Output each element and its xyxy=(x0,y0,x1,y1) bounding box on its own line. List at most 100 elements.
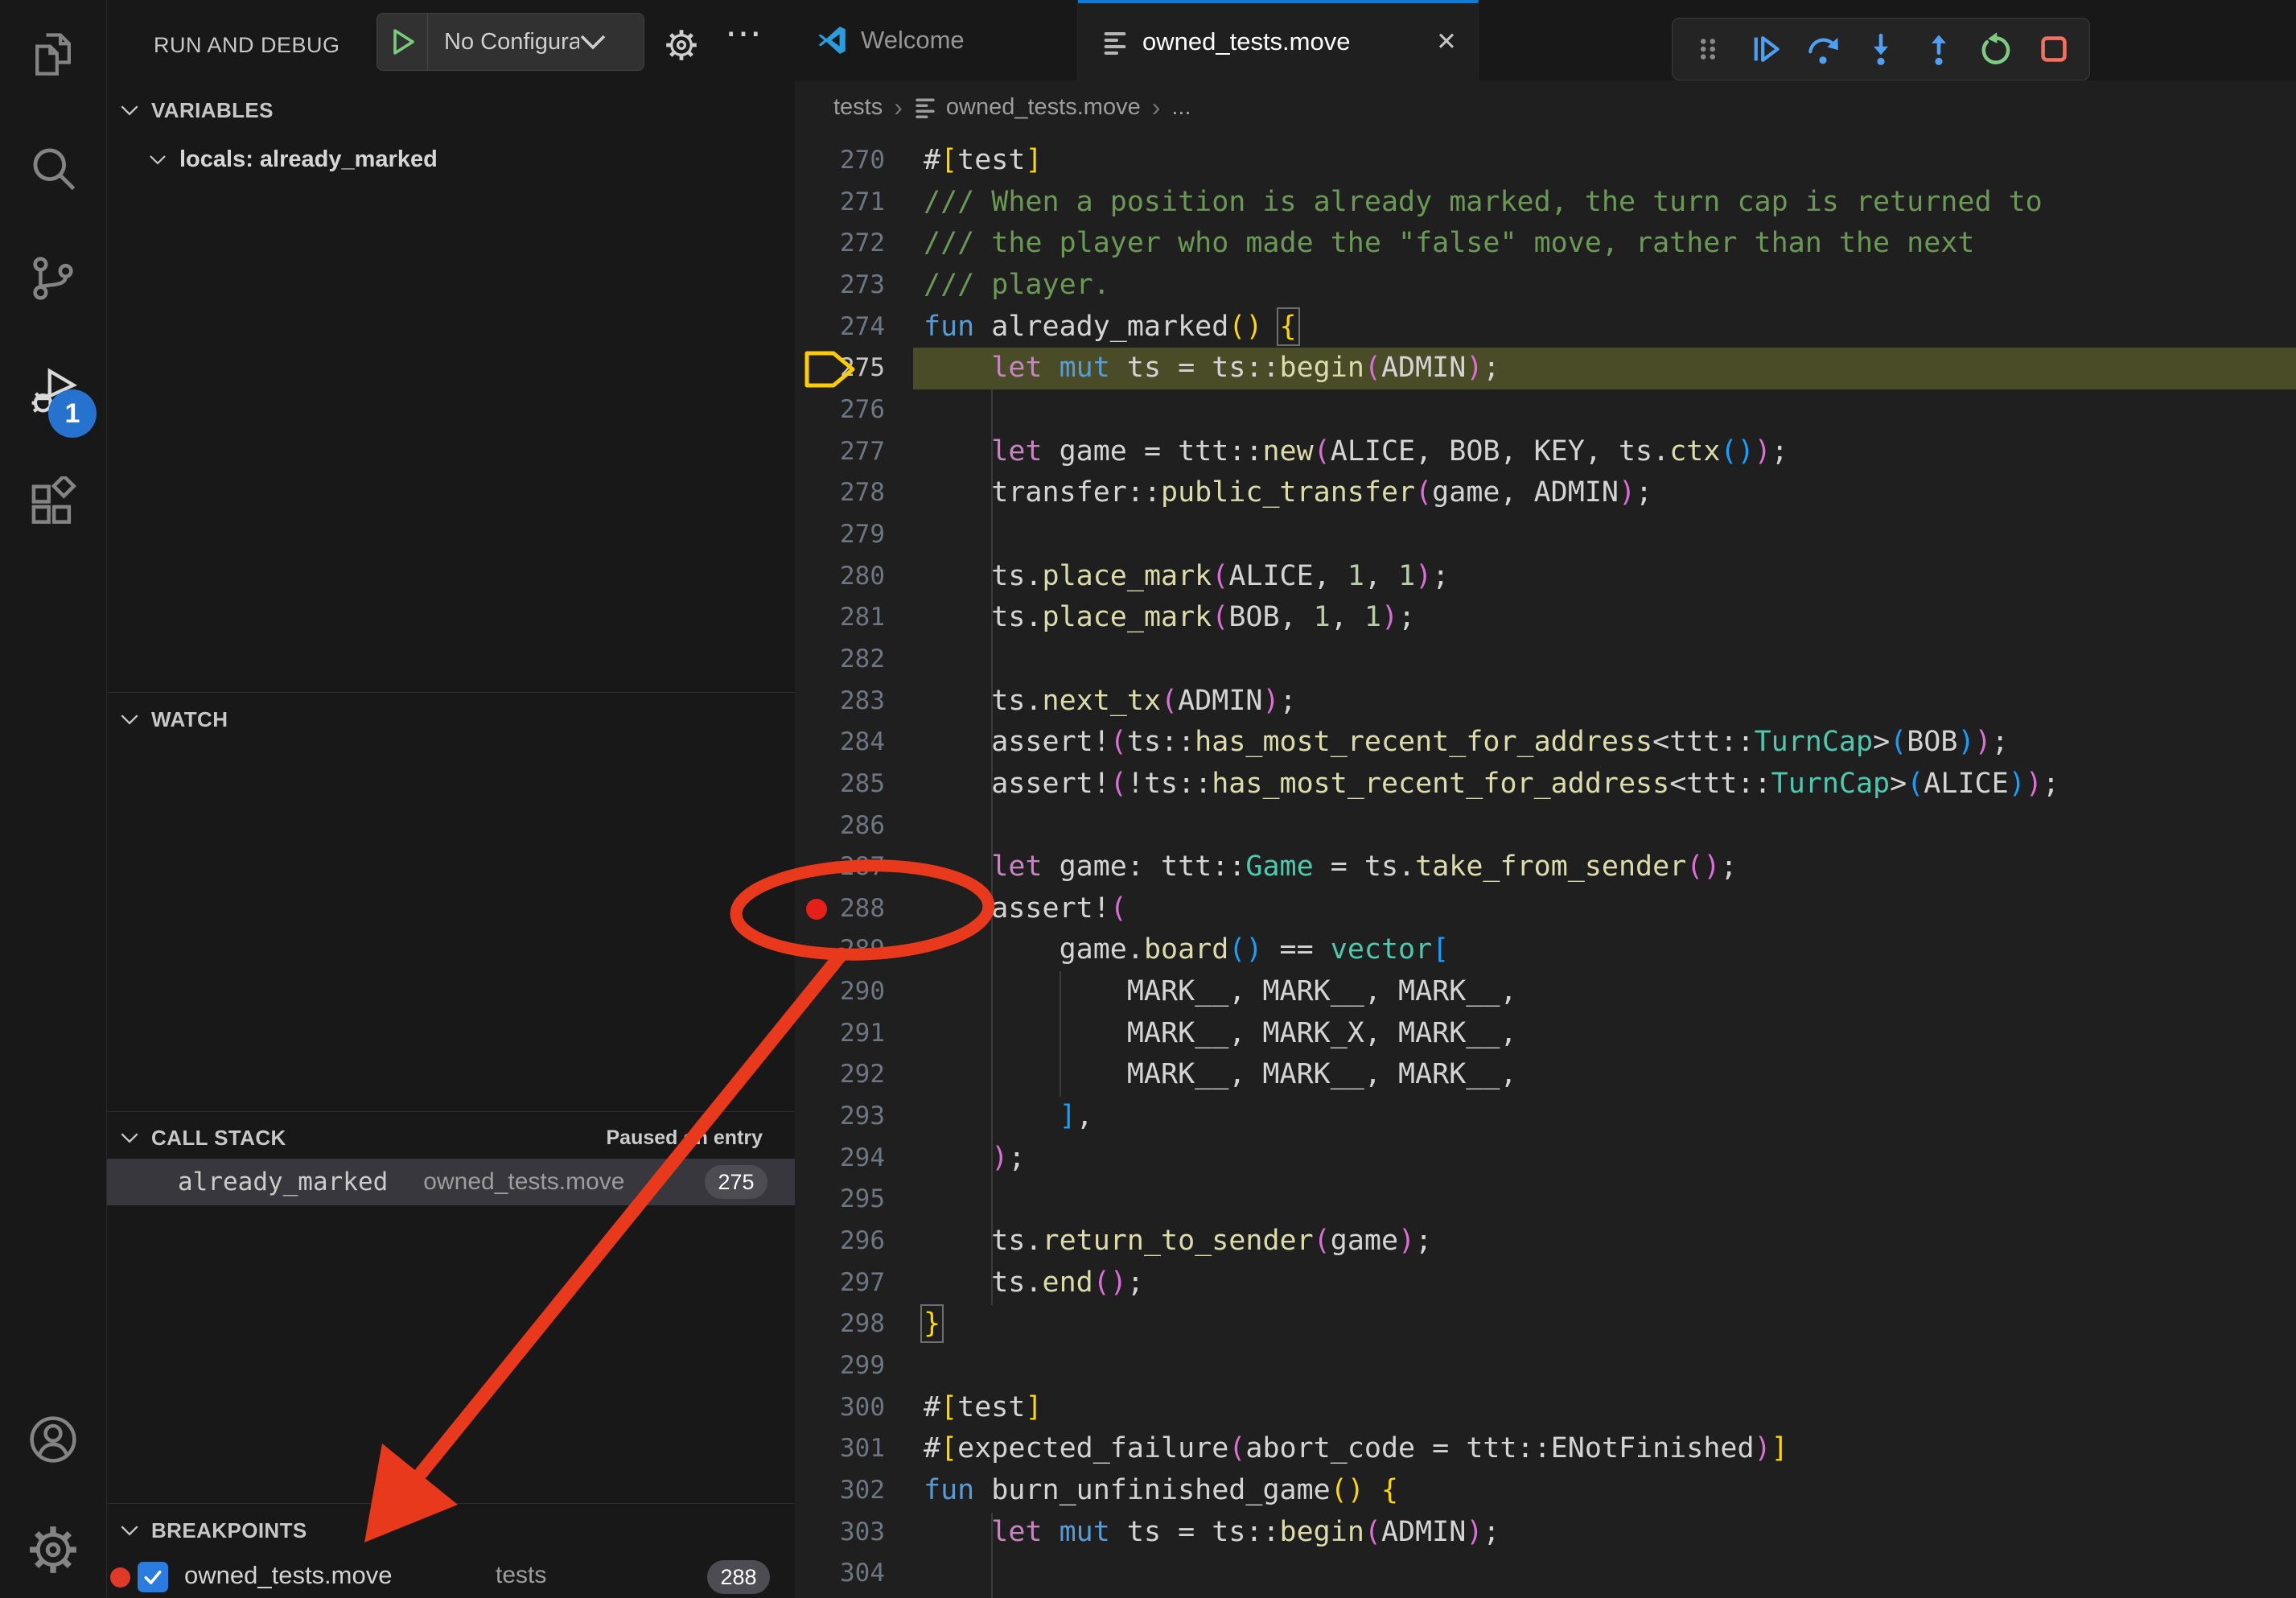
breadcrumb-file[interactable]: owned_tests.move xyxy=(946,94,1141,121)
account-icon[interactable] xyxy=(21,1407,85,1472)
code-line-279[interactable]: 279 xyxy=(795,514,2296,556)
line-content[interactable]: /// the player who made the "false" move… xyxy=(924,223,1974,265)
line-number[interactable]: 293 xyxy=(795,1096,891,1138)
line-content[interactable]: fun already_marked() { xyxy=(924,307,1297,348)
line-content[interactable]: } xyxy=(924,1304,940,1345)
line-number[interactable]: 270 xyxy=(795,140,891,182)
line-number[interactable]: 273 xyxy=(795,265,891,307)
line-number[interactable]: 298 xyxy=(795,1304,891,1345)
code-line-284[interactable]: 284 assert!(ts::has_most_recent_for_addr… xyxy=(795,722,2296,764)
code-editor[interactable]: 270#[test]271/// When a position is alre… xyxy=(795,140,2296,1595)
tab-owned-tests[interactable]: owned_tests.move ✕ xyxy=(1078,0,1479,80)
line-content[interactable]: let game: ttt::Game = ts.take_from_sende… xyxy=(924,846,1738,888)
code-line-303[interactable]: 303 let mut ts = ts::begin(ADMIN); xyxy=(795,1512,2296,1554)
line-number[interactable]: 300 xyxy=(795,1387,891,1429)
line-number[interactable]: 301 xyxy=(795,1428,891,1470)
line-number[interactable]: 285 xyxy=(795,764,891,805)
call-stack-frame[interactable]: already_marked owned_tests.move 275 xyxy=(107,1159,795,1205)
breakpoint-checkbox[interactable] xyxy=(138,1562,168,1592)
settings-gear-icon[interactable] xyxy=(21,1518,85,1582)
breakpoint-list-item[interactable]: owned_tests.move tests 288 xyxy=(107,1556,795,1598)
line-content[interactable]: MARK__, MARK__, MARK__, xyxy=(924,1054,1517,1096)
code-line-302[interactable]: 302 fun burn_unfinished_game() { xyxy=(795,1470,2296,1512)
line-content[interactable]: MARK__, MARK_X, MARK__, xyxy=(924,1013,1517,1055)
line-number[interactable]: 280 xyxy=(795,556,891,598)
launch-config-gear-icon[interactable] xyxy=(663,27,700,64)
line-content[interactable]: ); xyxy=(924,1138,1025,1180)
line-number[interactable]: 304 xyxy=(795,1553,891,1595)
breadcrumb[interactable]: tests › owned_tests.move › ... xyxy=(795,80,2296,134)
line-content[interactable]: ts.place_mark(ALICE, 1, 1); xyxy=(924,556,1449,598)
line-content[interactable]: let mut ts = ts::begin(ADMIN); xyxy=(924,348,1500,389)
line-number[interactable]: 295 xyxy=(795,1179,891,1221)
extensions-icon[interactable] xyxy=(21,472,85,536)
section-call-stack[interactable]: CALL STACK Paused on entry xyxy=(107,1115,795,1160)
section-variables[interactable]: VARIABLES xyxy=(107,88,795,133)
code-line-292[interactable]: 292 MARK__, MARK__, MARK__, xyxy=(795,1054,2296,1096)
code-line-296[interactable]: 296 ts.return_to_sender(game); xyxy=(795,1221,2296,1262)
line-number[interactable]: 279 xyxy=(795,514,891,556)
tab-welcome[interactable]: Welcome xyxy=(795,0,1078,80)
code-line-297[interactable]: 297 ts.end(); xyxy=(795,1262,2296,1304)
line-content[interactable]: ts.place_mark(BOB, 1, 1); xyxy=(924,597,1415,639)
line-number[interactable]: 296 xyxy=(795,1221,891,1262)
code-line-285[interactable]: 285 assert!(!ts::has_most_recent_for_add… xyxy=(795,764,2296,805)
breadcrumb-dir[interactable]: tests xyxy=(833,94,883,121)
line-number[interactable]: 299 xyxy=(795,1345,891,1387)
line-number[interactable]: 281 xyxy=(795,597,891,639)
step-over-icon[interactable] xyxy=(1804,30,1842,68)
line-number[interactable]: 291 xyxy=(795,1013,891,1055)
search-icon[interactable] xyxy=(21,136,85,200)
line-content[interactable]: #[expected_failure(abort_code = ttt::ENo… xyxy=(924,1428,1788,1470)
variables-scope-locals[interactable]: locals: already_marked xyxy=(107,137,795,182)
line-content[interactable]: ts.return_to_sender(game); xyxy=(924,1221,1432,1262)
line-content[interactable]: ts.next_tx(ADMIN); xyxy=(924,681,1297,723)
code-line-280[interactable]: 280 ts.place_mark(ALICE, 1, 1); xyxy=(795,556,2296,598)
run-and-debug-icon[interactable]: 1 xyxy=(21,359,85,423)
code-line-291[interactable]: 291 MARK__, MARK_X, MARK__, xyxy=(795,1013,2296,1055)
line-content[interactable]: MARK__, MARK__, MARK__, xyxy=(924,971,1517,1013)
line-number[interactable]: 302 xyxy=(795,1470,891,1512)
code-line-282[interactable]: 282 xyxy=(795,639,2296,681)
line-content[interactable]: transfer::public_transfer(game, ADMIN); xyxy=(924,472,1652,514)
source-control-icon[interactable] xyxy=(21,246,85,311)
line-number[interactable]: 272 xyxy=(795,223,891,265)
line-content[interactable]: let mut ts = ts::begin(ADMIN); xyxy=(924,1512,1500,1554)
toolbar-drag-grip-icon[interactable] xyxy=(1689,30,1727,68)
line-number[interactable]: 287 xyxy=(795,846,891,888)
code-line-288[interactable]: 288 assert!( xyxy=(795,888,2296,930)
line-number[interactable]: 294 xyxy=(795,1138,891,1180)
code-line-293[interactable]: 293 ], xyxy=(795,1096,2296,1138)
line-content[interactable]: /// When a position is already marked, t… xyxy=(924,182,2043,224)
code-line-300[interactable]: 300 #[test] xyxy=(795,1387,2296,1429)
code-line-272[interactable]: 272 /// the player who made the "false" m… xyxy=(795,223,2296,265)
restart-icon[interactable] xyxy=(1977,30,2015,68)
line-content[interactable]: #[test] xyxy=(924,140,1043,182)
line-number[interactable]: 292 xyxy=(795,1054,891,1096)
continue-icon[interactable] xyxy=(1747,30,1785,68)
line-content[interactable]: ts.end(); xyxy=(924,1262,1144,1304)
code-line-277[interactable]: 277 let game = ttt::new(ALICE, BOB, KEY,… xyxy=(795,431,2296,473)
line-number[interactable]: 283 xyxy=(795,681,891,723)
code-line-271[interactable]: 271/// When a position is already marked… xyxy=(795,182,2296,224)
line-content[interactable]: let game = ttt::new(ALICE, BOB, KEY, ts.… xyxy=(924,431,1788,473)
close-icon[interactable]: ✕ xyxy=(1436,27,1457,56)
line-content[interactable]: assert!( xyxy=(924,888,1127,930)
code-line-283[interactable]: 283 ts.next_tx(ADMIN); xyxy=(795,681,2296,723)
line-number[interactable]: 286 xyxy=(795,805,891,847)
line-number[interactable]: 278 xyxy=(795,472,891,514)
line-content[interactable]: assert!(ts::has_most_recent_for_address<… xyxy=(924,722,2009,764)
code-line-289[interactable]: 289 game.board() == vector[ xyxy=(795,929,2296,971)
line-number[interactable]: 277 xyxy=(795,431,891,473)
step-out-icon[interactable] xyxy=(1920,30,1958,68)
line-content[interactable]: assert!(!ts::has_most_recent_for_address… xyxy=(924,764,2059,805)
line-number[interactable]: 303 xyxy=(795,1512,891,1554)
code-line-278[interactable]: 278 transfer::public_transfer(game, ADMI… xyxy=(795,472,2296,514)
line-content[interactable]: fun burn_unfinished_game() { xyxy=(924,1470,1398,1512)
line-content[interactable]: #[test] xyxy=(924,1387,1043,1429)
breakpoint-gutter-dot[interactable] xyxy=(806,899,827,920)
more-actions-icon[interactable]: ⋯ xyxy=(725,11,764,55)
line-number[interactable]: 282 xyxy=(795,639,891,681)
code-line-281[interactable]: 281 ts.place_mark(BOB, 1, 1); xyxy=(795,597,2296,639)
code-line-273[interactable]: 273/// player. xyxy=(795,265,2296,307)
